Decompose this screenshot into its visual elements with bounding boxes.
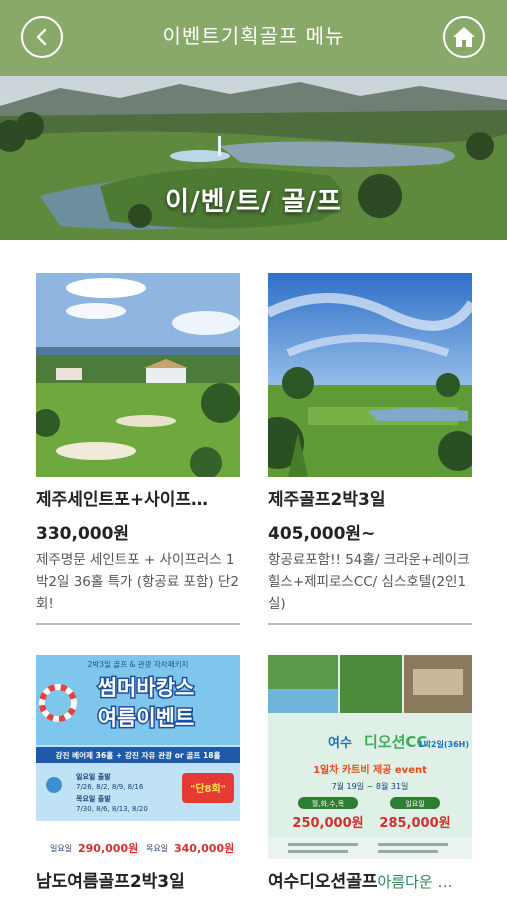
page-title: 이벤트기획골프 메뉴 (162, 24, 345, 48)
poster-headline-2: 여름이벤트 (98, 706, 195, 730)
product-thumbnail[interactable] (268, 273, 472, 477)
poster-price1: 250,000원 (292, 816, 363, 831)
product-price: 405,000원~ (268, 524, 376, 544)
product-price: 330,000원 (36, 524, 130, 544)
poster-course-line: 강진 베어제 36홀 + 강진 자유 관광 or 골프 18홀 (55, 750, 220, 760)
home-button[interactable] (443, 16, 485, 58)
jeju-saint-four-golf-image (36, 273, 240, 477)
poster-price1: 290,000원 (78, 841, 138, 855)
poster-price2-label: 목요일 (146, 844, 168, 853)
top-app-bar: 이벤트기획골프 메뉴 (0, 0, 507, 76)
summer-vacation-event-poster: 2박3일 골프 & 관광 자차패키지 썸머바캉스 여름이벤트 강진 베어제 36… (36, 655, 240, 859)
product-description: 항공료포함!! 54홀/ 크라운+레이크힐스+제피로스CC/ 심스호텔(2인1실… (268, 552, 470, 612)
product-name[interactable]: 제주세인트포+사이프… (36, 485, 240, 510)
product-name-main: 여수디오션골프 (268, 872, 378, 892)
poster-wed-label: 목요일 출발 (76, 794, 111, 803)
yeosu-the-ocean-cc-poster: 여수 디오션CC 1박2일(36H) 1일차 카트비 제공 event 7월 1… (268, 655, 472, 859)
home-icon (453, 27, 475, 47)
product-name[interactable]: 여수디오션골프아름다운 … (268, 867, 472, 892)
product-name[interactable]: 남도여름골프2박3일 (36, 867, 240, 892)
poster-headline-1: 썸머바캉스 (98, 676, 195, 700)
poster-badge: "단8회" (190, 782, 226, 795)
poster-sun-label: 일요일 출발 (76, 772, 111, 781)
poster-wed-dates: 7/30, 8/6, 8/13, 8/20 (76, 805, 148, 813)
product-description: 제주명문 세인트포 + 사이프러스 1박2일 36홀 특가 (항공료 포함) 단… (36, 552, 239, 612)
product-thumbnail[interactable] (36, 273, 240, 477)
product-thumbnail[interactable]: 2박3일 골프 & 관광 자차패키지 썸머바캉스 여름이벤트 강진 베어제 36… (36, 655, 240, 859)
product-name[interactable]: 제주골프2박3일 (268, 485, 472, 510)
poster-label2: 일요일 (405, 799, 424, 808)
poster-event: 1일차 카트비 제공 event (313, 763, 427, 776)
event-golf-banner: 이/벤/트/ 골/프 (0, 76, 507, 240)
poster-dates: 7월 19일 ~ 8월 31일 (332, 781, 409, 791)
card-divider (268, 623, 472, 625)
poster-sun-dates: 7/26, 8/2, 8/9, 8/16 (76, 783, 144, 791)
product-thumbnail[interactable]: 여수 디오션CC 1박2일(36H) 1일차 카트비 제공 event 7월 1… (268, 655, 472, 859)
card-divider (36, 623, 240, 625)
product-name-sub: 아름다운 … (377, 873, 453, 891)
banner-title: 이/벤/트/ 골/프 (165, 187, 342, 217)
poster-top-text: 2박3일 골프 & 관광 자차패키지 (88, 659, 189, 669)
jeju-golf-course-image (268, 273, 472, 477)
poster-price2: 340,000원 (174, 841, 234, 855)
poster-label1: 월,화,수,목 (312, 799, 345, 808)
poster-title-suffix: 1박2일(36H) (418, 739, 469, 749)
poster-title-prefix: 여수 (328, 735, 352, 751)
poster-price2: 285,000원 (379, 816, 450, 831)
poster-price1-label: 일요일 (50, 844, 72, 853)
